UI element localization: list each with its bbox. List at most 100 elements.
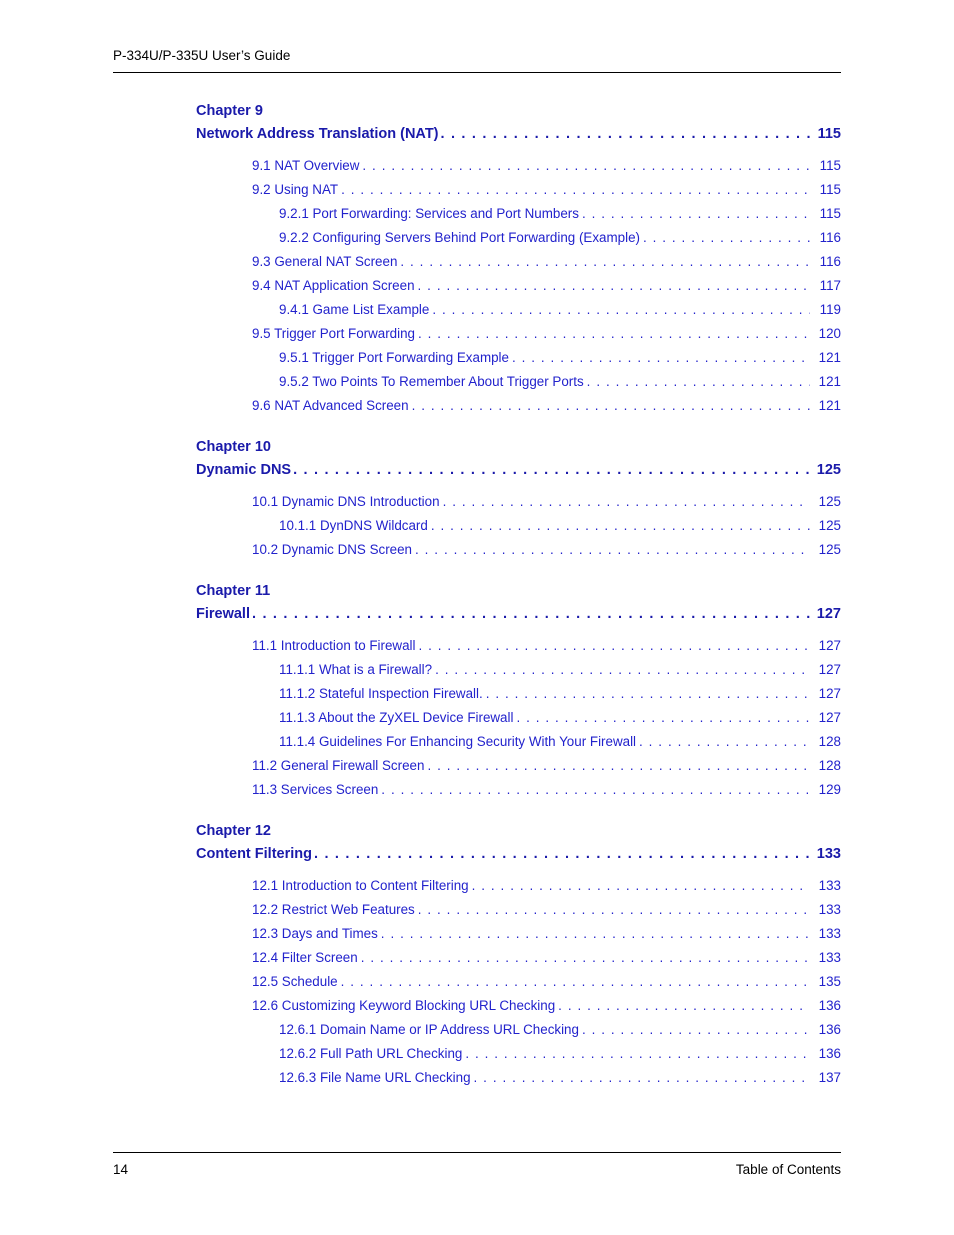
toc-entry-page: 136: [818, 998, 841, 1013]
toc-entry[interactable]: 11.3 Services Screen. . . . . . . . . . …: [113, 778, 841, 802]
footer-divider: [113, 1152, 841, 1153]
toc-entry[interactable]: 11.2 General Firewall Screen. . . . . . …: [113, 754, 841, 778]
toc-entry[interactable]: 9.3 General NAT Screen. . . . . . . . . …: [113, 250, 841, 274]
toc-leader-dots: . . . . . . . . . . . . . . . . . . . . …: [435, 662, 810, 677]
toc-entry-title: 9.5.2 Two Points To Remember About Trigg…: [279, 374, 584, 389]
toc-entry[interactable]: 9.4 NAT Application Screen. . . . . . . …: [113, 274, 841, 298]
toc-leader-dots: . . . . . . . . . . . . . . . . . . . . …: [252, 606, 815, 622]
toc-entry-title: 9.1 NAT Overview: [252, 158, 360, 173]
page-header: P-334U/P-335U User’s Guide: [113, 48, 291, 63]
toc-leader-dots: . . . . . . . . . . . . . . . . . . . . …: [415, 542, 810, 557]
toc-entry[interactable]: 9.1 NAT Overview. . . . . . . . . . . . …: [113, 154, 841, 178]
toc-leader-dots: . . . . . . . . . . . . . . . . . . . . …: [381, 782, 810, 797]
toc-entry-title: 9.4.1 Game List Example: [279, 302, 430, 317]
header-divider: [113, 72, 841, 73]
toc-leader-dots: . . . . . . . . . . . . . . . . . . . . …: [440, 126, 816, 142]
toc-leader-dots: . . . . . . . . . . . . . . . . . . . . …: [473, 1070, 810, 1085]
toc-leader-dots: . . . . . . . . . . . . . . . . . . . . …: [380, 926, 810, 941]
toc-entry-title: 12.6.2 Full Path URL Checking: [279, 1046, 463, 1061]
toc-leader-dots: . . . . . . . . . . . . . . . . . . . . …: [341, 182, 810, 197]
toc-entry-title: 12.4 Filter Screen: [252, 950, 358, 965]
toc-entry[interactable]: 12.6 Customizing Keyword Blocking URL Ch…: [113, 994, 841, 1018]
toc-leader-dots: . . . . . . . . . . . . . . . . . . . . …: [293, 462, 815, 478]
toc-entry[interactable]: 11.1 Introduction to Firewall. . . . . .…: [113, 634, 841, 658]
toc-entry-title: 11.1 Introduction to Firewall: [252, 638, 416, 653]
toc-chapter: Chapter 12 Content Filtering. . . . . . .…: [113, 820, 841, 1090]
toc-entry[interactable]: 9.5.2 Two Points To Remember About Trigg…: [113, 370, 841, 394]
toc-entry[interactable]: 11.1.3 About the ZyXEL Device Firewall. …: [113, 706, 841, 730]
toc-chapter-title: Firewall: [196, 606, 250, 622]
toc-entry-title: 11.3 Services Screen: [252, 782, 379, 797]
toc-leader-dots: . . . . . . . . . . . . . . . . . . . . …: [516, 710, 810, 725]
toc-entry[interactable]: 12.4 Filter Screen. . . . . . . . . . . …: [113, 946, 841, 970]
toc-entry-title: 12.6.1 Domain Name or IP Address URL Che…: [279, 1022, 579, 1037]
toc-entry-title: 10.1 Dynamic DNS Introduction: [252, 494, 440, 509]
toc-entry-page: 125: [818, 518, 841, 533]
toc-chapter: Chapter 9 Network Address Translation (NA…: [113, 100, 841, 418]
toc-entry-page: 137: [818, 1070, 841, 1085]
toc-entry[interactable]: 12.2 Restrict Web Features. . . . . . . …: [113, 898, 841, 922]
toc-chapter-page: 115: [817, 126, 841, 142]
toc-chapter-entry[interactable]: Firewall. . . . . . . . . . . . . . . . …: [113, 602, 841, 626]
toc-leader-dots: . . . . . . . . . . . . . . . . . . . . …: [430, 518, 810, 533]
toc-entry-page: 133: [818, 902, 841, 917]
toc-chapter-entry[interactable]: Content Filtering. . . . . . . . . . . .…: [113, 842, 841, 866]
toc-entry[interactable]: 12.6.3 File Name URL Checking. . . . . .…: [113, 1066, 841, 1090]
toc-entry-page: 127: [818, 662, 841, 677]
toc-entry-page: 125: [818, 494, 841, 509]
toc-entry[interactable]: 11.1.4 Guidelines For Enhancing Security…: [113, 730, 841, 754]
toc-chapter-entry[interactable]: Network Address Translation (NAT). . . .…: [113, 122, 841, 146]
toc-entry[interactable]: 12.6.1 Domain Name or IP Address URL Che…: [113, 1018, 841, 1042]
toc-entry[interactable]: 12.1 Introduction to Content Filtering. …: [113, 874, 841, 898]
toc-leader-dots: . . . . . . . . . . . . . . . . . . . . …: [400, 254, 810, 269]
toc-entry-title: 9.6 NAT Advanced Screen: [252, 398, 409, 413]
toc-entry-page: 136: [818, 1022, 841, 1037]
toc-entry[interactable]: 12.5 Schedule. . . . . . . . . . . . . .…: [113, 970, 841, 994]
toc-entry-page: 136: [818, 1046, 841, 1061]
toc-entry[interactable]: 9.5 Trigger Port Forwarding. . . . . . .…: [113, 322, 841, 346]
toc-leader-dots: . . . . . . . . . . . . . . . . . . . . …: [417, 902, 810, 917]
toc-leader-dots: . . . . . . . . . . . . . . . . . . . . …: [411, 398, 810, 413]
toc-entry[interactable]: 11.1.2 Stateful Inspection Firewall.. . …: [113, 682, 841, 706]
toc-entry[interactable]: 11.1.1 What is a Firewall?. . . . . . . …: [113, 658, 841, 682]
toc-entry[interactable]: 10.2 Dynamic DNS Screen. . . . . . . . .…: [113, 538, 841, 562]
toc-entry-page: 125: [818, 542, 841, 557]
toc-entry[interactable]: 10.1 Dynamic DNS Introduction. . . . . .…: [113, 490, 841, 514]
toc-entry-title: 11.1.4 Guidelines For Enhancing Security…: [279, 734, 637, 749]
toc-entry-title: 9.5 Trigger Port Forwarding: [252, 326, 415, 341]
toc-leader-dots: . . . . . . . . . . . . . . . . . . . . …: [581, 206, 810, 221]
toc-entry-page: 133: [818, 878, 841, 893]
toc-entry[interactable]: 12.3 Days and Times. . . . . . . . . . .…: [113, 922, 841, 946]
toc-entry[interactable]: 10.1.1 DynDNS Wildcard. . . . . . . . . …: [113, 514, 841, 538]
toc-entry-page: 128: [818, 734, 841, 749]
toc-chapter-entry[interactable]: Dynamic DNS. . . . . . . . . . . . . . .…: [113, 458, 841, 482]
toc-entry-page: 133: [818, 926, 841, 941]
toc-entry-title: 12.6.3 File Name URL Checking: [279, 1070, 471, 1085]
toc-entry-page: 127: [818, 686, 841, 701]
toc-chapter-title: Content Filtering: [196, 846, 312, 862]
footer-section-label: Table of Contents: [735, 1162, 841, 1177]
toc-entry-title: 12.2 Restrict Web Features: [252, 902, 415, 917]
toc-entry-title: 9.2.1 Port Forwarding: Services and Port…: [279, 206, 579, 221]
toc-entry[interactable]: 9.5.1 Trigger Port Forwarding Example. .…: [113, 346, 841, 370]
toc-entry-list: 12.1 Introduction to Content Filtering. …: [113, 874, 841, 1090]
toc-chapter-page: 133: [816, 846, 841, 862]
toc-entry-page: 116: [819, 230, 841, 245]
toc-entry[interactable]: 9.2.2 Configuring Servers Behind Port Fo…: [113, 226, 841, 250]
toc-entry[interactable]: 9.4.1 Game List Example. . . . . . . . .…: [113, 298, 841, 322]
toc-leader-dots: . . . . . . . . . . . . . . . . . . . . …: [639, 734, 810, 749]
toc-leader-dots: . . . . . . . . . . . . . . . . . . . . …: [471, 878, 810, 893]
toc-entry[interactable]: 9.2 Using NAT. . . . . . . . . . . . . .…: [113, 178, 841, 202]
toc-chapter-label: Chapter 12: [196, 823, 271, 839]
toc-leader-dots: . . . . . . . . . . . . . . . . . . . . …: [314, 846, 815, 862]
toc-entry-page: 115: [819, 206, 841, 221]
toc-entry-title: 12.5 Schedule: [252, 974, 338, 989]
toc-chapter: Chapter 10 Dynamic DNS. . . . . . . . . .…: [113, 436, 841, 562]
toc-entry-page: 135: [818, 974, 841, 989]
toc-entry[interactable]: 12.6.2 Full Path URL Checking. . . . . .…: [113, 1042, 841, 1066]
toc-leader-dots: . . . . . . . . . . . . . . . . . . . . …: [485, 686, 810, 701]
toc-entry[interactable]: 9.6 NAT Advanced Screen. . . . . . . . .…: [113, 394, 841, 418]
toc-chapter-label: Chapter 11: [196, 583, 271, 599]
toc-entry-title: 9.3 General NAT Screen: [252, 254, 398, 269]
toc-entry[interactable]: 9.2.1 Port Forwarding: Services and Port…: [113, 202, 841, 226]
